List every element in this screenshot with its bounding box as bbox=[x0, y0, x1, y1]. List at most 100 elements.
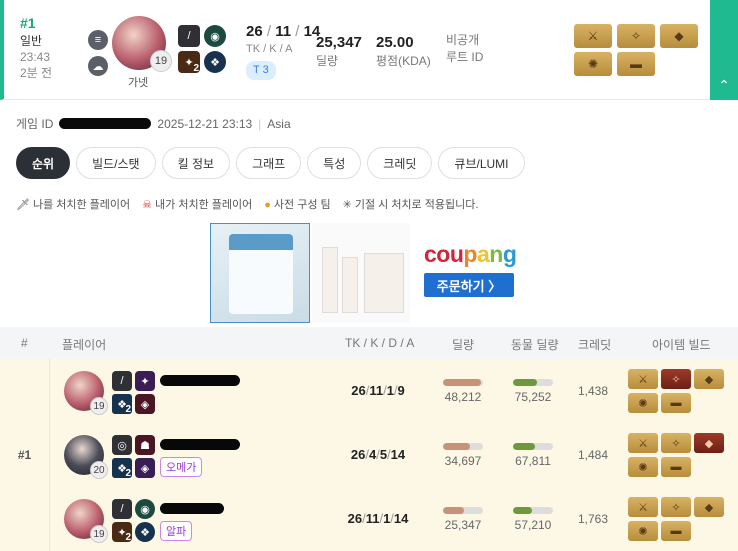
match-info: #1 일반 23:43 2분 전 bbox=[20, 14, 52, 81]
ad-banner[interactable]: coupang 주문하기 〉 bbox=[210, 223, 530, 323]
trait-icon: ✦ bbox=[135, 371, 155, 391]
tactical-skill-icon: ☁ bbox=[88, 56, 108, 76]
brand-part: g bbox=[502, 241, 517, 267]
ad-tube bbox=[342, 257, 358, 313]
skill-badge: 2 bbox=[193, 63, 199, 74]
ad-product-image-2 bbox=[312, 223, 410, 323]
ad-brand-logo: coupang bbox=[424, 241, 517, 268]
arm-item-icon[interactable]: ✺ bbox=[628, 521, 658, 541]
player-name-redacted[interactable] bbox=[160, 375, 240, 386]
table-header: # 플레이어 TK / K / D / A 딜량 동물 딜량 크레딧 아이템 빌… bbox=[0, 327, 738, 359]
leg-item-icon[interactable]: ▬ bbox=[661, 521, 691, 541]
tab-credit[interactable]: 크레딧 bbox=[367, 147, 433, 179]
animal-damage-bar bbox=[513, 443, 553, 450]
chest-item-icon[interactable]: ✧ bbox=[617, 24, 655, 48]
row-tk: 26 bbox=[350, 447, 366, 462]
kda-score-label: 평점(KDA) bbox=[376, 54, 431, 68]
augment-icon: ◈ bbox=[135, 394, 155, 414]
skill-badge: 2 bbox=[125, 404, 131, 415]
weapon-type-icon: ≡ bbox=[88, 30, 108, 50]
skill-badge: 2 bbox=[125, 532, 131, 543]
weapon-item-icon[interactable]: ⚔ bbox=[628, 369, 658, 389]
player-level: 19 bbox=[90, 525, 108, 543]
tab-cube-lumi[interactable]: 큐브/LUMI bbox=[438, 147, 525, 179]
head-item-icon[interactable]: ◆ bbox=[660, 24, 698, 48]
animal-damage-bar bbox=[513, 379, 553, 386]
kda-score-value: 25.00 bbox=[376, 34, 414, 51]
augment-icon: ❖ bbox=[135, 522, 155, 542]
row-kda: 26/4/5/14 bbox=[350, 447, 406, 462]
row-d: 1 bbox=[386, 383, 394, 398]
avatar[interactable]: 19 bbox=[64, 499, 108, 543]
match-sub-icons: ≡ ☁ bbox=[88, 30, 108, 76]
brand-part: cou bbox=[424, 241, 464, 267]
col-credit: 크레딧 bbox=[578, 338, 612, 352]
brand-part: n bbox=[489, 241, 503, 267]
tier-badge: T 3 bbox=[246, 61, 276, 80]
table-row[interactable]: 20 ◎ ☗ ❖ 2 ◈ 오메가 26/4/5/14 34,697 67,811 … bbox=[50, 423, 738, 487]
skill-icon: ❖ 2 bbox=[112, 394, 132, 415]
tab-kill-info[interactable]: 킬 정보 bbox=[161, 147, 231, 179]
skill-icons: / ✦ ❖ 2 ◈ bbox=[112, 371, 155, 415]
animal-damage-value: 57,210 bbox=[514, 518, 552, 532]
weapon-item-icon[interactable]: ⚔ bbox=[574, 24, 612, 48]
skill-icons: ◎ ☗ ❖ 2 ◈ bbox=[112, 435, 155, 479]
character-avatar[interactable]: 19 bbox=[112, 16, 172, 72]
expand-toggle-button[interactable]: ⌃ bbox=[710, 0, 738, 100]
tab-rank[interactable]: 순위 bbox=[16, 147, 71, 179]
route-label: 루트 ID bbox=[446, 49, 484, 64]
match-summary-card[interactable]: #1 일반 23:43 2분 전 ≡ ☁ 19 가넷 / ◉ ✦ 2 ❖ 26 /… bbox=[0, 0, 738, 100]
table-row[interactable]: 19 / ✦ ❖ 2 ◈ 26/11/1/9 48,212 75,252 1,43… bbox=[50, 359, 738, 423]
credit-value: 1,484 bbox=[577, 448, 609, 462]
tab-build-stats[interactable]: 빌드/스탯 bbox=[76, 147, 156, 179]
head-item-icon[interactable]: ◆ bbox=[694, 369, 724, 389]
credit-value: 1,763 bbox=[577, 512, 609, 526]
head-item-icon[interactable]: ◆ bbox=[694, 433, 724, 453]
kda-score-stat: 25.00 평점(KDA) bbox=[376, 32, 431, 70]
chest-item-icon[interactable]: ✧ bbox=[661, 369, 691, 389]
chest-item-icon[interactable]: ✧ bbox=[661, 433, 691, 453]
kda-tk: 26 bbox=[246, 23, 263, 40]
tab-graph[interactable]: 그래프 bbox=[236, 147, 302, 179]
avatar[interactable]: 19 bbox=[64, 371, 108, 415]
leg-item-icon[interactable]: ▬ bbox=[661, 457, 691, 477]
damage-value: 25,347 bbox=[444, 518, 482, 532]
match-rank: #1 bbox=[20, 15, 36, 31]
damage-value: 48,212 bbox=[444, 390, 482, 404]
route-visibility: 비공개 bbox=[446, 33, 480, 47]
weapon-item-icon[interactable]: ⚔ bbox=[628, 433, 658, 453]
credit-value: 1,438 bbox=[577, 384, 609, 398]
weapon-icon: / bbox=[112, 371, 132, 391]
arm-item-icon[interactable]: ✺ bbox=[628, 393, 658, 413]
ad-box bbox=[364, 253, 404, 313]
legend-note-label: 기절 시 처치로 적용됩니다. bbox=[354, 199, 479, 211]
ad-tube bbox=[322, 247, 338, 313]
arm-item-icon[interactable]: ✺ bbox=[574, 52, 612, 76]
match-ago: 2분 전 bbox=[20, 66, 53, 81]
head-item-icon[interactable]: ◆ bbox=[694, 497, 724, 517]
player-name-redacted[interactable] bbox=[160, 503, 224, 514]
player-name-redacted[interactable] bbox=[160, 439, 240, 450]
row-d: 5 bbox=[379, 447, 388, 462]
skull-icon: ☠ bbox=[142, 199, 153, 211]
leg-item-icon[interactable]: ▬ bbox=[661, 393, 691, 413]
skill-badge: 2 bbox=[125, 468, 131, 479]
arm-item-icon[interactable]: ✺ bbox=[628, 457, 658, 477]
sword-icon: 🗡 bbox=[16, 199, 30, 211]
tab-traits[interactable]: 특성 bbox=[307, 147, 362, 179]
brand-part: a bbox=[476, 241, 490, 267]
team-rows: #1 19 / ✦ ❖ 2 ◈ 26/11/1/9 48,212 75,252 1… bbox=[0, 359, 738, 551]
avatar[interactable]: 20 bbox=[64, 435, 108, 479]
chevron-up-icon: ⌃ bbox=[718, 77, 730, 93]
weapon-item-icon[interactable]: ⚔ bbox=[628, 497, 658, 517]
skill-icon: ❖ 2 bbox=[112, 458, 132, 479]
table-row[interactable]: 19 / ◉ ✦ 2 ❖ 알파 26/11/1/14 25,347 57,210 … bbox=[50, 487, 738, 551]
leg-item-icon[interactable]: ▬ bbox=[617, 52, 655, 76]
game-id-redacted bbox=[59, 118, 152, 129]
chest-item-icon[interactable]: ✧ bbox=[661, 497, 691, 517]
player-level: 20 bbox=[90, 461, 108, 479]
ad-order-button[interactable]: 주문하기 〉 bbox=[424, 273, 514, 297]
weapon-icon: ◎ bbox=[112, 435, 132, 455]
damage-bar bbox=[443, 443, 483, 450]
trait-icon: ☗ bbox=[135, 435, 155, 455]
